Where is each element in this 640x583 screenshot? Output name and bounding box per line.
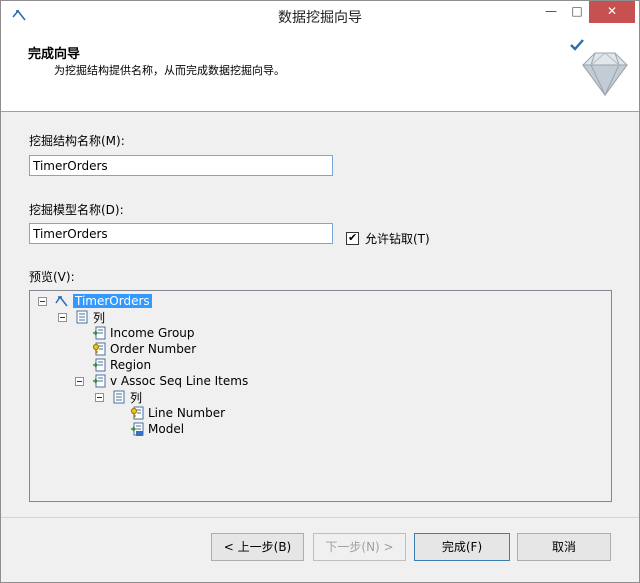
columns-icon — [76, 310, 88, 324]
nested-table-icon — [93, 374, 106, 388]
tree-node-model[interactable]: Model — [130, 421, 184, 437]
tree-node-label: 列 — [130, 390, 143, 405]
tree-node-order-number[interactable]: Order Number — [92, 341, 196, 357]
back-button[interactable]: < 上一步(B) — [211, 533, 304, 561]
next-button[interactable]: 下一步(N) > — [313, 533, 406, 561]
tree-node-label: Income Group — [110, 326, 195, 340]
model-name-field[interactable] — [29, 223, 333, 244]
wizard-header: 完成向导 为挖掘结构提供名称，从而完成数据挖掘向导。 — [1, 31, 639, 112]
finish-button[interactable]: 完成(F) — [414, 533, 510, 561]
tree-node-label: Model — [148, 422, 185, 436]
tree-node-label: Order Number — [110, 342, 197, 356]
tree-node-nested-table[interactable]: v Assoc Seq Line Items — [75, 373, 248, 389]
model-name-input[interactable] — [30, 224, 332, 243]
columns-icon — [113, 390, 125, 404]
key-column-icon — [92, 342, 106, 356]
tree-node-income-group[interactable]: Income Group — [92, 325, 195, 341]
tree-node-region[interactable]: Region — [92, 357, 151, 373]
diamond-icon — [570, 39, 628, 97]
check-icon: ✔ — [348, 231, 358, 244]
collapse-icon[interactable] — [75, 376, 84, 386]
wizard-window: 数据挖掘向导 — □ ✕ 完成向导 为挖掘结构提供名称，从而完成数据挖掘向导。 … — [0, 0, 640, 583]
key-column-icon — [130, 406, 144, 420]
collapse-icon[interactable] — [95, 392, 104, 402]
tree-node-label: TimerOrders — [73, 294, 152, 308]
allow-drillthrough-label[interactable]: 允许钻取(T) — [365, 230, 430, 247]
minimize-button[interactable]: — — [537, 1, 565, 23]
footer-divider — [1, 517, 639, 518]
preview-tree[interactable]: TimerOrders 列 Income Group Order Number … — [29, 290, 612, 502]
tree-node-label: 列 — [93, 310, 106, 325]
tree-node-columns[interactable]: 列 — [58, 309, 105, 325]
close-button[interactable]: ✕ — [589, 1, 635, 23]
collapse-icon[interactable] — [58, 312, 67, 322]
structure-name-field[interactable] — [29, 155, 333, 176]
maximize-button[interactable]: □ — [563, 1, 591, 23]
tree-node-label: Region — [110, 358, 152, 372]
tree-node-label: Line Number — [148, 406, 226, 420]
tree-node-label: v Assoc Seq Line Items — [110, 374, 249, 388]
predict-column-icon — [131, 422, 144, 436]
column-input-icon — [93, 358, 106, 372]
structure-icon — [55, 295, 68, 307]
cancel-button[interactable]: 取消 — [517, 533, 611, 561]
tree-node-nested-columns[interactable]: 列 — [95, 389, 142, 405]
tree-node-root[interactable]: TimerOrders — [38, 293, 152, 309]
title-bar: 数据挖掘向导 — □ ✕ — [1, 1, 639, 31]
collapse-icon[interactable] — [38, 296, 47, 306]
structure-name-label: 挖掘结构名称(M): — [29, 134, 125, 148]
allow-drillthrough-checkbox[interactable]: ✔ — [346, 231, 359, 245]
column-input-icon — [93, 326, 106, 340]
page-title: 完成向导 — [28, 47, 81, 62]
model-name-label: 挖掘模型名称(D): — [29, 203, 124, 217]
page-description: 为挖掘结构提供名称，从而完成数据挖掘向导。 — [54, 64, 285, 77]
tree-node-line-number[interactable]: Line Number — [130, 405, 225, 421]
preview-label: 预览(V): — [29, 270, 75, 284]
structure-name-input[interactable] — [30, 156, 332, 175]
